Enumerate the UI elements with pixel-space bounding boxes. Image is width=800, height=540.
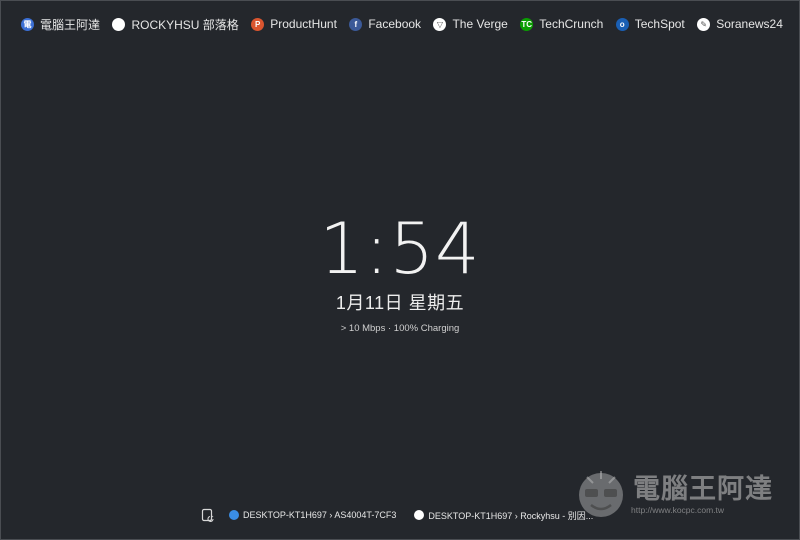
- rockyhsu-tab-icon: [414, 510, 425, 520]
- watermark-text: 電腦王阿達: [633, 474, 773, 504]
- clock-date: 1月11日 星期五: [335, 293, 465, 313]
- bookmark-techcrunch[interactable]: TC TechCrunch: [520, 17, 603, 31]
- device-tab-item[interactable]: DESKTOP-KT1H697 › Rockyhsu - 別因...: [414, 509, 593, 522]
- clock-time: 1:54: [319, 208, 481, 290]
- bookmark-label: 電腦王阿達: [40, 17, 101, 32]
- device-sync-icon[interactable]: [201, 508, 215, 522]
- watermark-url: http://www.kocpc.com.tw: [631, 505, 725, 515]
- device-tab-label: DESKTOP-KT1H697 › Rockyhsu - 別因...: [428, 510, 594, 521]
- verge-icon: ▽: [433, 17, 447, 31]
- bookmark-label: Facebook: [368, 17, 422, 31]
- clock-panel: 1:54 1月11日 星期五 > 10 Mbps · 100% Charging: [1, 211, 799, 334]
- device-list: DESKTOP-KT1H697 › AS4004T-7CF3 DESKTOP-KT…: [229, 509, 593, 522]
- watermark-logo: 電腦王阿達 http://www.kocpc.com.tw: [573, 465, 783, 525]
- soranews24-icon: ✎: [697, 17, 711, 31]
- bookmark-rockyhsu[interactable]: ROCKYHSU 部落格: [112, 16, 239, 33]
- mascot-face-icon: [579, 471, 623, 517]
- bookmark-label: ProductHunt: [270, 17, 337, 31]
- network-battery-status: > 10 Mbps · 100% Charging: [340, 323, 460, 334]
- bookmark-verge[interactable]: ▽ The Verge: [433, 17, 508, 31]
- computer-king-icon: 電: [21, 17, 34, 31]
- bookmark-label: ROCKYHSU 部落格: [131, 17, 239, 32]
- bookmark-label: TechSpot: [634, 17, 685, 31]
- bookmark-soranews24[interactable]: ✎ Soranews24: [697, 17, 783, 31]
- techcrunch-icon: TC: [520, 17, 534, 31]
- bookmark-facebook[interactable]: f Facebook: [349, 17, 421, 31]
- facebook-icon: f: [349, 17, 363, 31]
- bookmark-label: Soranews24: [716, 17, 783, 31]
- device-tab-item[interactable]: DESKTOP-KT1H697 › AS4004T-7CF3: [229, 509, 396, 522]
- producthunt-icon: P: [251, 17, 265, 31]
- bookmark-label: TechCrunch: [539, 17, 604, 31]
- bookmarks-bar: 電電腦王阿達 ROCKYHSU 部落格 P ProductHunt f Facebook ▽…: [1, 1, 799, 47]
- rockyhsu-icon: [112, 17, 126, 31]
- techspot-icon: o: [615, 17, 629, 31]
- bookmark-producthunt[interactable]: P ProductHunt: [251, 17, 337, 31]
- ie-browser-icon: [229, 510, 239, 520]
- bookmark-techspot[interactable]: o TechSpot: [615, 17, 685, 31]
- bookmark-computer-king[interactable]: 電電腦王阿達: [21, 16, 100, 33]
- bookmark-label: The Verge: [452, 17, 508, 31]
- device-tab-label: DESKTOP-KT1H697 › AS4004T-7CF3: [243, 510, 397, 520]
